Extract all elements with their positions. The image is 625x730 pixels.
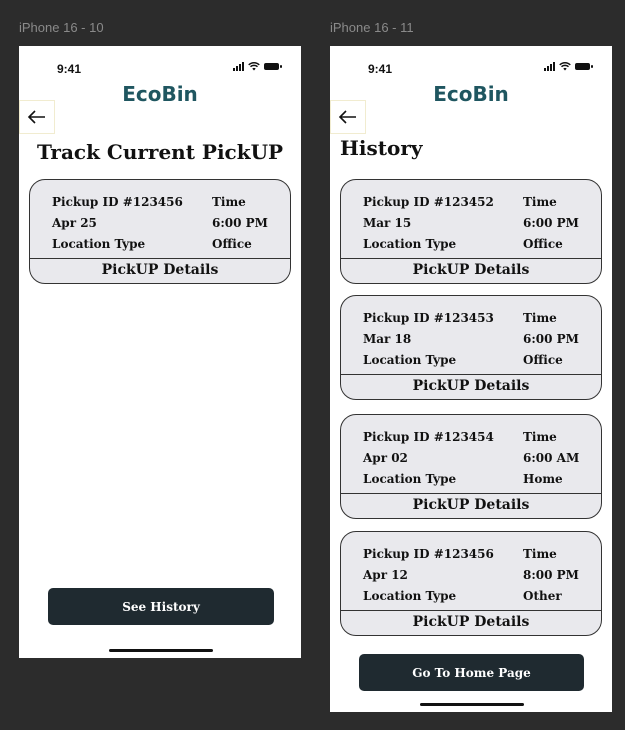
pickup-time: 6:00 PM bbox=[212, 216, 268, 230]
history-card: Pickup ID #123452 Time Mar 15 6:00 PM Loca… bbox=[340, 179, 602, 284]
battery-icon bbox=[575, 63, 593, 70]
pickup-details-button[interactable]: PickUP Details bbox=[341, 374, 601, 399]
pickup-id: Pickup ID #123456 bbox=[363, 547, 494, 561]
pickup-time: 6:00 AM bbox=[523, 451, 580, 465]
signal-icon bbox=[233, 62, 244, 71]
pickup-id: Pickup ID #123456 bbox=[52, 195, 183, 209]
location-value: Office bbox=[523, 237, 563, 251]
pickup-time: 6:00 PM bbox=[523, 332, 579, 346]
battery-icon bbox=[264, 63, 282, 70]
page-title: History bbox=[340, 136, 423, 160]
pickup-details-button[interactable]: PickUP Details bbox=[341, 610, 601, 635]
time-label: Time bbox=[212, 195, 246, 209]
status-icons bbox=[233, 62, 282, 71]
time-label: Time bbox=[523, 547, 557, 561]
wifi-icon bbox=[559, 62, 571, 71]
arrow-left-icon bbox=[27, 110, 45, 124]
pickup-date: Mar 15 bbox=[363, 216, 412, 230]
time-label: Time bbox=[523, 195, 557, 209]
go-home-button[interactable]: Go To Home Page bbox=[359, 654, 584, 691]
home-indicator bbox=[420, 703, 524, 706]
status-time: 9:41 bbox=[57, 62, 82, 76]
pickup-card: Pickup ID #123456 Time Apr 25 6:00 PM Loca… bbox=[29, 179, 291, 284]
location-label: Location Type bbox=[363, 472, 457, 486]
back-button[interactable] bbox=[19, 100, 55, 134]
location-label: Location Type bbox=[52, 237, 146, 251]
pickup-date: Mar 18 bbox=[363, 332, 412, 346]
page-title: Track Current PickUP bbox=[37, 140, 284, 164]
pickup-details-button[interactable]: PickUP Details bbox=[30, 258, 290, 283]
history-card: Pickup ID #123453 Time Mar 18 6:00 PM Loca… bbox=[340, 295, 602, 400]
pickup-date: Apr 02 bbox=[363, 451, 408, 465]
pickup-date: Apr 12 bbox=[363, 568, 408, 582]
location-label: Location Type bbox=[363, 237, 457, 251]
phone-screen-current-pickup: 9:41 EcoBin Track Current PickUP Pickup … bbox=[19, 46, 301, 658]
pickup-details-button[interactable]: PickUP Details bbox=[341, 258, 601, 283]
time-label: Time bbox=[523, 430, 557, 444]
signal-icon bbox=[544, 62, 555, 71]
status-icons bbox=[544, 62, 593, 71]
location-value: Other bbox=[523, 589, 562, 603]
pickup-details-button[interactable]: PickUP Details bbox=[341, 493, 601, 518]
location-label: Location Type bbox=[363, 589, 457, 603]
status-time: 9:41 bbox=[368, 62, 393, 76]
frame-label-1: iPhone 16 - 10 bbox=[19, 20, 104, 35]
pickup-id: Pickup ID #123453 bbox=[363, 311, 494, 325]
history-card: Pickup ID #123456 Time Apr 12 8:00 PM Loca… bbox=[340, 531, 602, 636]
location-value: Office bbox=[212, 237, 252, 251]
history-card: Pickup ID #123454 Time Apr 02 6:00 AM Loca… bbox=[340, 414, 602, 519]
location-value: Office bbox=[523, 353, 563, 367]
time-label: Time bbox=[523, 311, 557, 325]
brand-title: EcoBin bbox=[433, 82, 509, 106]
pickup-time: 6:00 PM bbox=[523, 216, 579, 230]
wifi-icon bbox=[248, 62, 260, 71]
pickup-time: 8:00 PM bbox=[523, 568, 579, 582]
see-history-button[interactable]: See History bbox=[48, 588, 274, 625]
location-label: Location Type bbox=[363, 353, 457, 367]
arrow-left-icon bbox=[338, 110, 356, 124]
frame-label-2: iPhone 16 - 11 bbox=[330, 20, 414, 35]
brand-title: EcoBin bbox=[122, 82, 198, 106]
location-value: Home bbox=[523, 472, 563, 486]
back-button[interactable] bbox=[330, 100, 366, 134]
pickup-id: Pickup ID #123452 bbox=[363, 195, 494, 209]
phone-screen-history: 9:41 EcoBin History Pickup ID #123452 Tim… bbox=[330, 46, 612, 712]
pickup-id: Pickup ID #123454 bbox=[363, 430, 494, 444]
pickup-date: Apr 25 bbox=[52, 216, 97, 230]
home-indicator bbox=[109, 649, 213, 652]
